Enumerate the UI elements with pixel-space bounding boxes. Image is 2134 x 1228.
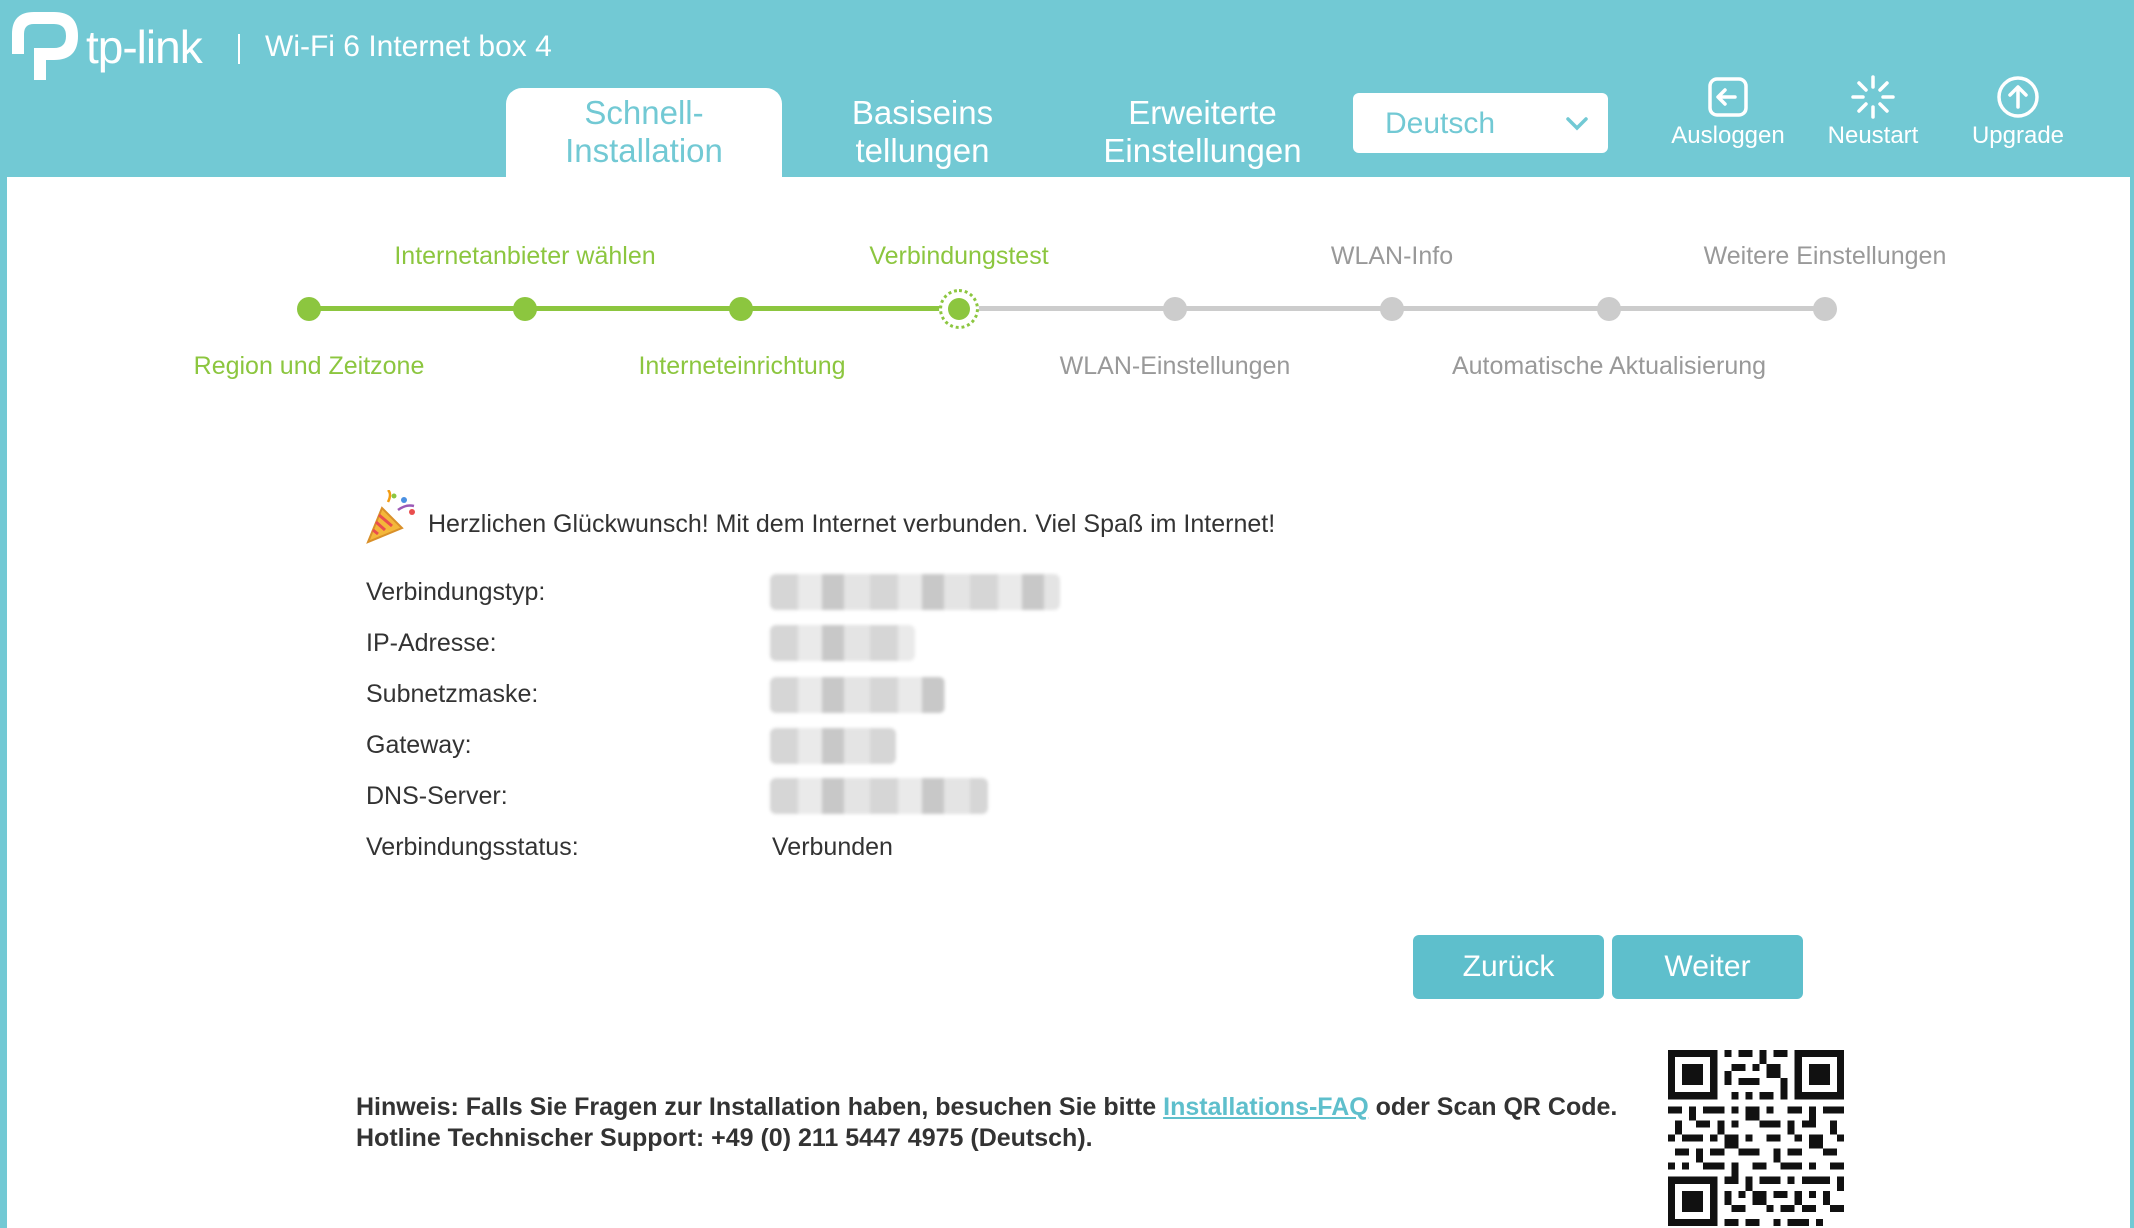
upgrade-label: Upgrade bbox=[1971, 122, 2065, 149]
dns-server-value-redacted bbox=[770, 778, 988, 814]
congrats-message: Herzlichen Glückwunsch! Mit dem Internet… bbox=[428, 510, 1276, 538]
connection-status-label: Verbindungsstatus: bbox=[366, 833, 579, 861]
upgrade-button[interactable]: Upgrade bbox=[1948, 74, 2088, 154]
step-dot-8 bbox=[1813, 297, 1837, 321]
help-note: Hinweis: Falls Sie Fragen zur Installati… bbox=[356, 1092, 1617, 1154]
next-button[interactable]: Weiter bbox=[1612, 935, 1803, 999]
right-frame-border bbox=[2130, 177, 2134, 1228]
step-label-wlan-info: WLAN-Info bbox=[1330, 242, 1454, 270]
logout-button[interactable]: Ausloggen bbox=[1658, 74, 1798, 154]
step-label-wlan-settings: WLAN-Einstellungen bbox=[1059, 352, 1291, 380]
step-dot-7 bbox=[1597, 297, 1621, 321]
tab-basic[interactable]: Basiseins tellungen bbox=[800, 88, 1045, 177]
step-label-connection-test: Verbindungstest bbox=[869, 242, 1049, 270]
step-label-auto-update: Automatische Aktualisierung bbox=[1451, 352, 1767, 380]
subnet-mask-value-redacted bbox=[770, 677, 945, 713]
logout-icon bbox=[1708, 77, 1748, 117]
step-dot-2 bbox=[513, 297, 537, 321]
tab-quick-setup-line1: Schnell- bbox=[584, 94, 704, 131]
step-label-region: Region und Zeitzone bbox=[193, 352, 425, 380]
step-dot-4-current bbox=[939, 289, 979, 329]
step-dot-1 bbox=[297, 297, 321, 321]
party-popper-icon bbox=[366, 490, 415, 544]
stepper-line-done bbox=[309, 306, 959, 311]
product-name: Wi-Fi 6 Internet box 4 bbox=[265, 30, 552, 63]
step-dot-3 bbox=[729, 297, 753, 321]
tab-basic-line2: tellungen bbox=[855, 132, 990, 169]
reboot-icon bbox=[1851, 75, 1895, 119]
language-select[interactable]: Deutsch bbox=[1353, 93, 1608, 153]
tab-quick-setup-line2: Installation bbox=[565, 132, 723, 169]
step-label-provider: Internetanbieter wählen bbox=[394, 242, 656, 270]
dns-server-label: DNS-Server: bbox=[366, 782, 508, 810]
help-note-prefix: Hinweis: Falls Sie Fragen zur Installati… bbox=[356, 1093, 1164, 1121]
gateway-value-redacted bbox=[770, 728, 896, 764]
help-note-suffix: oder Scan QR Code. bbox=[1368, 1093, 1618, 1121]
faq-link[interactable]: Installations-FAQ bbox=[1163, 1093, 1369, 1121]
connection-type-value-redacted bbox=[770, 574, 1060, 610]
tab-basic-line1: Basiseins bbox=[851, 94, 994, 131]
subnet-mask-label: Subnetzmaske: bbox=[366, 680, 539, 708]
tab-advanced[interactable]: Erweiterte Einstellungen bbox=[1080, 88, 1325, 177]
ip-address-value-redacted bbox=[770, 625, 915, 661]
step-dot-6 bbox=[1380, 297, 1404, 321]
brand-name: tp-link bbox=[86, 21, 203, 73]
back-button[interactable]: Zurück bbox=[1413, 935, 1604, 999]
left-frame-border bbox=[0, 177, 7, 1228]
upgrade-icon bbox=[1997, 76, 2039, 118]
reboot-button[interactable]: Neustart bbox=[1803, 74, 1943, 154]
header-bar: tp-link Wi-Fi 6 Internet box 4 Schnell- … bbox=[0, 0, 2134, 177]
hotline-text: Hotline Technischer Support: +49 (0) 211… bbox=[356, 1124, 1093, 1152]
connection-type-label: Verbindungstyp: bbox=[366, 578, 546, 606]
reboot-label: Neustart bbox=[1827, 122, 1919, 149]
gateway-label: Gateway: bbox=[366, 731, 472, 759]
tab-advanced-line2: Einstellungen bbox=[1103, 132, 1302, 169]
language-selected: Deutsch bbox=[1385, 107, 1496, 140]
ip-address-label: IP-Adresse: bbox=[366, 629, 497, 657]
step-dot-5 bbox=[1163, 297, 1187, 321]
header-separator bbox=[238, 34, 240, 64]
step-label-internet-setup: Interneteinrichtung bbox=[638, 352, 846, 380]
tab-quick-setup[interactable]: Schnell- Installation bbox=[506, 88, 782, 177]
step-label-more-settings: Weitere Einstellungen bbox=[1703, 242, 1947, 270]
connection-status-value: Verbunden bbox=[772, 833, 893, 861]
logout-label: Ausloggen bbox=[1671, 122, 1785, 149]
tab-advanced-line1: Erweiterte bbox=[1128, 94, 1277, 131]
chevron-down-icon bbox=[1566, 117, 1588, 131]
qr-code-icon bbox=[1668, 1050, 1844, 1226]
